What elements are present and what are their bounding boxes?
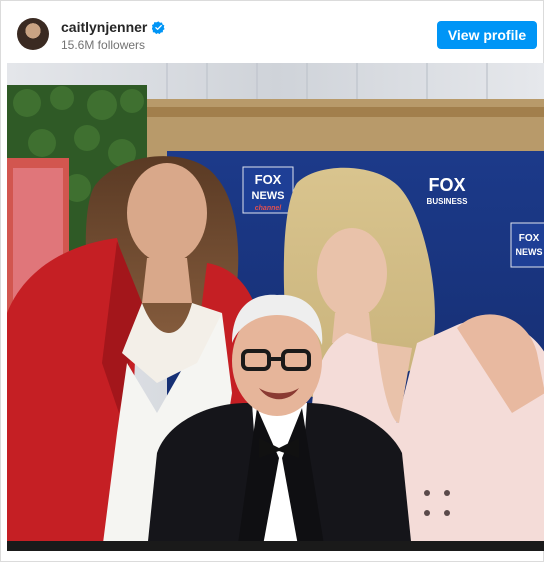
post-photo[interactable]: FOX NEWS channel FOX BUSINESS FOX NEWS — [7, 63, 544, 551]
follower-count: 15.6M followers — [61, 38, 146, 52]
profile-avatar[interactable] — [17, 18, 49, 50]
post-header: caitlynjenner 15.6M followers View profi… — [1, 1, 543, 63]
fox-news-logo-text: FOX — [255, 172, 282, 187]
post-footer — [1, 551, 543, 561]
news-right-logo-text: NEWS — [516, 247, 543, 257]
username[interactable]: caitlynjenner — [61, 19, 147, 35]
view-profile-button[interactable]: View profile — [437, 21, 537, 49]
channel-logo-text: channel — [255, 205, 283, 212]
verified-badge-icon — [152, 20, 165, 34]
news-logo-text: NEWS — [252, 190, 285, 202]
fox-business-logo-text: FOX — [428, 175, 465, 195]
business-logo-text: BUSINESS — [427, 197, 469, 206]
fox-news-right-logo-text: FOX — [519, 233, 540, 244]
instagram-embed-card: caitlynjenner 15.6M followers View profi… — [0, 0, 544, 562]
username-row: caitlynjenner — [61, 19, 165, 35]
